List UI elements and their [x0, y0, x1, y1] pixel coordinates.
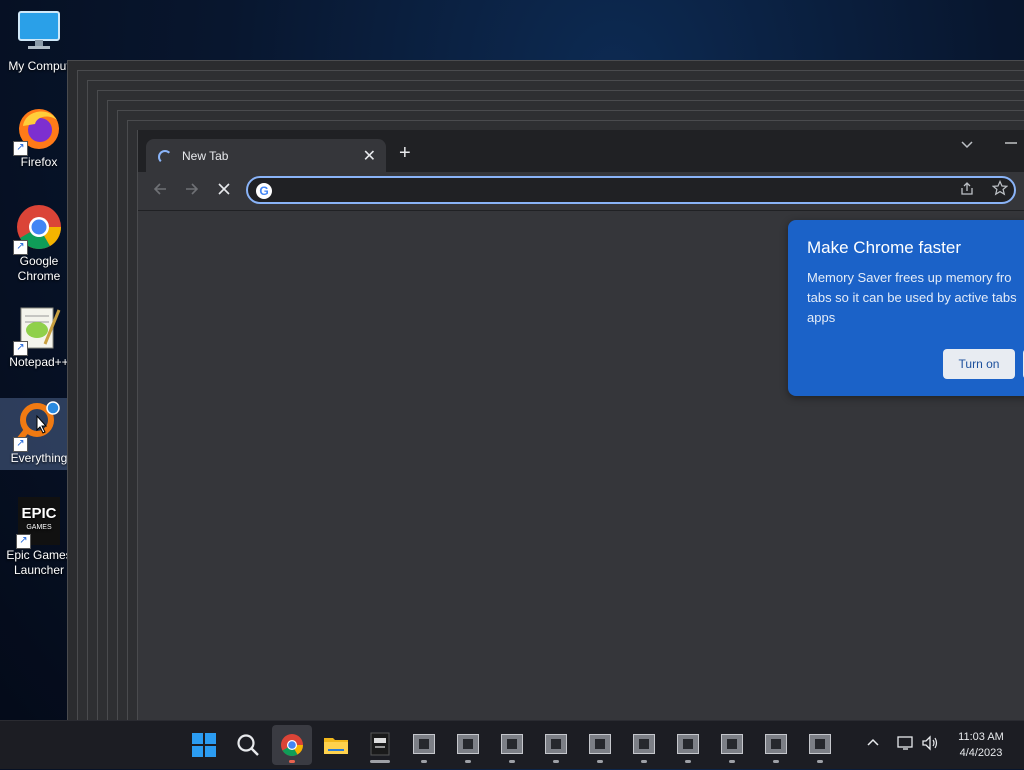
app-window-icon: [545, 734, 567, 754]
app-window-icon: [721, 734, 743, 754]
firefox-icon: ↗: [13, 104, 63, 156]
loading-spinner-icon: [158, 150, 172, 164]
running-indicator: [685, 760, 691, 763]
shortcut-arrow-icon: ↗: [16, 534, 31, 549]
running-indicator: [597, 760, 603, 763]
taskbar-file-explorer-button[interactable]: [316, 725, 356, 765]
stop-loading-button[interactable]: [216, 181, 232, 202]
running-indicator: [641, 760, 647, 763]
taskbar: 11:03 AM 4/4/2023: [0, 720, 1024, 769]
minimize-button[interactable]: [1004, 134, 1018, 153]
memory-saver-promo-bubble: Make Chrome faster Memory Saver frees up…: [788, 220, 1024, 396]
taskbar-app-button[interactable]: [492, 725, 532, 765]
computer-icon: [15, 8, 63, 56]
back-button[interactable]: [152, 181, 168, 202]
epic-logo-subtext: GAMES: [26, 524, 52, 531]
taskbar-chrome-button[interactable]: [272, 725, 312, 765]
clock-date: 4/4/2023: [959, 747, 1003, 759]
folder-icon: [324, 738, 348, 754]
running-indicator: [465, 760, 471, 763]
taskbar-app-button[interactable]: [536, 725, 576, 765]
running-indicator: [421, 760, 427, 763]
windows-logo-icon: [192, 733, 216, 757]
taskbar-epic-games-button[interactable]: [360, 725, 400, 765]
volume-icon[interactable]: [921, 735, 939, 754]
running-indicator: [817, 760, 823, 763]
taskbar-app-button[interactable]: [712, 725, 752, 765]
taskbar-app-button[interactable]: [448, 725, 488, 765]
running-indicator: [773, 760, 779, 763]
tab-title: New Tab: [182, 149, 229, 163]
epic-games-icon: EPIC GAMES ↗: [16, 497, 60, 549]
taskbar-app-button[interactable]: [404, 725, 444, 765]
app-window-icon: [501, 734, 523, 754]
taskbar-app-button[interactable]: [756, 725, 796, 765]
running-indicator: [729, 760, 735, 763]
epic-logo-text: EPIC: [21, 505, 57, 522]
show-hidden-icons-chevron-icon[interactable]: [866, 735, 880, 752]
tab-search-chevron-icon[interactable]: [960, 138, 974, 155]
running-indicator: [553, 760, 559, 763]
app-window-icon: [589, 734, 611, 754]
turn-on-button[interactable]: Turn on: [943, 349, 1015, 379]
taskbar-app-button[interactable]: [800, 725, 840, 765]
chrome-window: New Tab ✕ + G Make Chrome faster Memory …: [137, 130, 1024, 730]
promo-title: Make Chrome faster: [807, 238, 961, 257]
address-input[interactable]: [280, 180, 924, 202]
notepad-plus-plus-icon: ↗: [13, 304, 63, 356]
app-window-icon: [457, 734, 479, 754]
new-tab-button[interactable]: +: [399, 143, 411, 163]
shortcut-arrow-icon: ↗: [13, 141, 28, 156]
app-window-icon: [765, 734, 787, 754]
running-indicator: [289, 760, 295, 763]
google-g-icon: G: [256, 183, 272, 199]
epic-games-icon: [370, 732, 390, 756]
app-window-icon: [413, 734, 435, 754]
start-button[interactable]: [184, 725, 224, 765]
shortcut-arrow-icon: ↗: [13, 240, 28, 255]
tab-new-tab[interactable]: New Tab ✕: [146, 139, 386, 172]
app-window-icon: [809, 734, 831, 754]
tab-strip: New Tab ✕ +: [138, 130, 1024, 172]
bookmark-star-icon[interactable]: [991, 180, 1009, 201]
taskbar-app-button[interactable]: [580, 725, 620, 765]
app-window-icon: [677, 734, 699, 754]
tab-close-button[interactable]: ✕: [363, 146, 376, 166]
browser-toolbar: G: [138, 172, 1024, 211]
shortcut-arrow-icon: ↗: [13, 437, 28, 452]
promo-body: Memory Saver frees up memory fro tabs so…: [807, 270, 1017, 325]
share-icon[interactable]: [960, 182, 974, 199]
search-icon: [237, 734, 259, 756]
running-indicator: [509, 760, 515, 763]
desktop-icon-label: Google Chrome: [17, 254, 61, 283]
forward-button[interactable]: [184, 181, 200, 202]
search-button[interactable]: [228, 725, 268, 765]
taskbar-app-button[interactable]: [668, 725, 708, 765]
network-icon[interactable]: [897, 735, 915, 754]
taskbar-app-button[interactable]: [624, 725, 664, 765]
app-window-icon: [633, 734, 655, 754]
running-indicator: [370, 760, 390, 763]
clock-time: 11:03 AM: [958, 731, 1004, 743]
everything-search-icon: ↗: [13, 400, 63, 452]
shortcut-arrow-icon: ↗: [13, 341, 28, 356]
chrome-icon: [281, 734, 303, 756]
address-bar[interactable]: G: [246, 176, 1016, 204]
system-clock[interactable]: 11:03 AM 4/4/2023: [948, 729, 1014, 761]
chrome-icon: ↗: [13, 203, 63, 255]
